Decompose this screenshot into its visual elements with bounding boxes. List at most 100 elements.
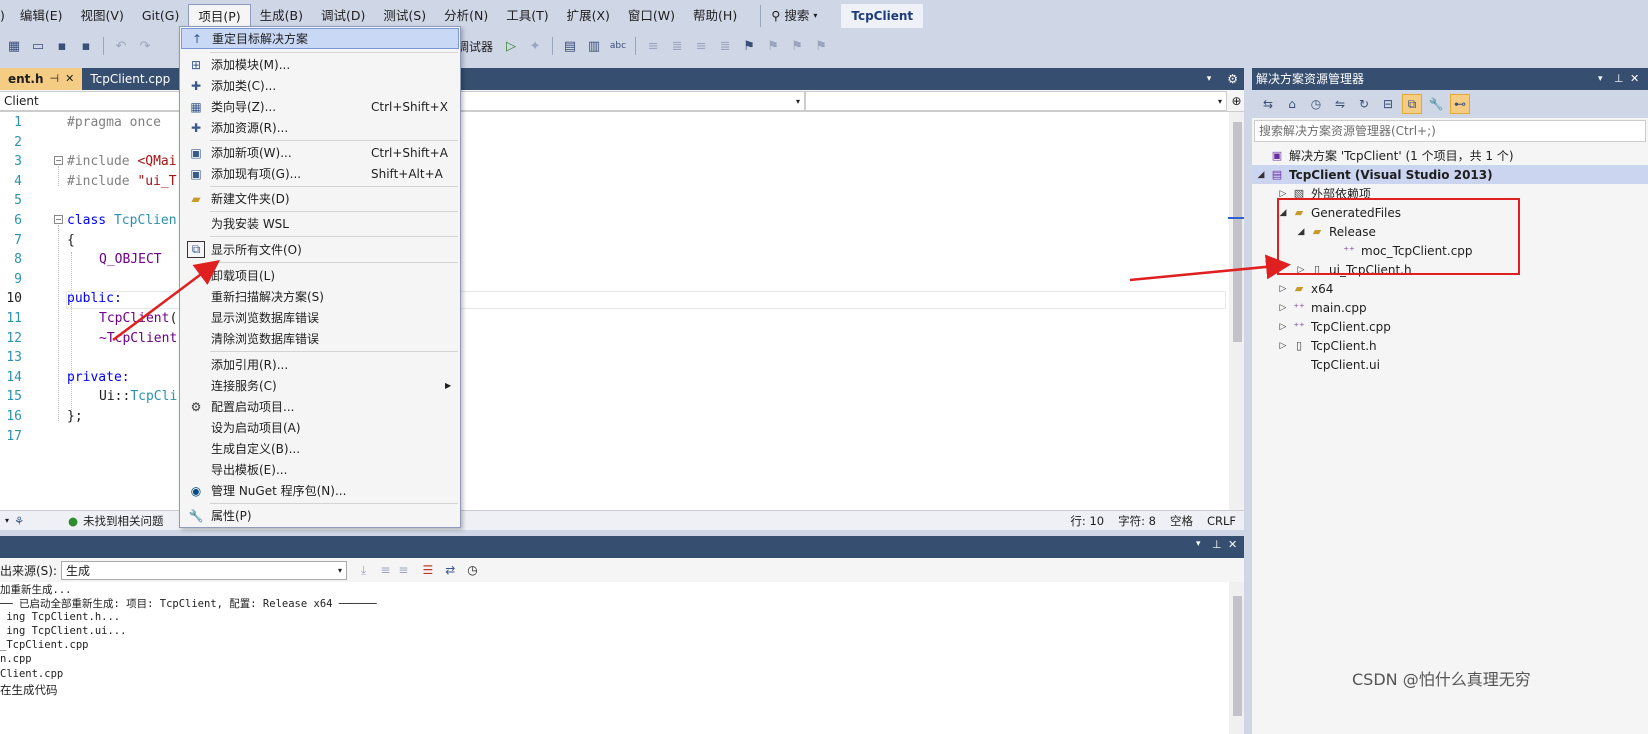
menu-item-add-module[interactable]: ⊞ 添加模块(M)... bbox=[181, 54, 459, 75]
word-wrap-icon[interactable]: ⇄ bbox=[445, 563, 455, 577]
line-ending[interactable]: CRLF bbox=[1207, 514, 1236, 528]
find-icon[interactable]: ▤ bbox=[560, 36, 580, 56]
menu-item-show-browse-db-errors[interactable]: 显示浏览数据库错误 bbox=[181, 307, 459, 328]
menu-git[interactable]: Git(G) bbox=[133, 4, 189, 28]
save-all-icon[interactable]: ▪ bbox=[76, 36, 96, 56]
menu-test[interactable]: 测试(S) bbox=[374, 4, 435, 28]
fold-toggle-icon[interactable]: − bbox=[54, 156, 63, 165]
pin-icon[interactable]: ⊣ bbox=[50, 68, 60, 90]
menu-item-show-all-files[interactable]: ⧉ 显示所有文件(O) bbox=[181, 239, 459, 260]
find-message-icon[interactable]: ⤓ bbox=[361, 563, 366, 578]
next-bookmark-icon[interactable]: ⚑ bbox=[787, 36, 807, 56]
collapse-all-icon[interactable]: ⊟ bbox=[1378, 94, 1398, 114]
menu-item-connected-services[interactable]: 连接服务(C) ▶ bbox=[181, 375, 459, 396]
layout-icon[interactable]: ▥ bbox=[584, 36, 604, 56]
member-combo[interactable]: ▾ bbox=[805, 91, 1227, 111]
menu-item-add-class[interactable]: ✚ 添加类(C)... bbox=[181, 75, 459, 96]
home-icon[interactable]: ⌂ bbox=[1282, 94, 1302, 114]
start-debug-icon[interactable]: ▷ bbox=[501, 36, 521, 56]
close-icon[interactable]: ✕ bbox=[1228, 538, 1237, 551]
pending-changes-icon[interactable]: ◷ bbox=[1306, 94, 1326, 114]
intellicode-icon[interactable]: ⚘ bbox=[14, 514, 54, 528]
menu-item-add-new-item[interactable]: ▣ 添加新项(W)... Ctrl+Shift+A bbox=[181, 142, 459, 163]
menu-item-set-startup[interactable]: 设为启动项目(A) bbox=[181, 417, 459, 438]
pin-icon[interactable]: ⊥ bbox=[1212, 538, 1222, 551]
menu-edit[interactable]: 编辑(E) bbox=[11, 4, 72, 28]
expand-arrow-icon[interactable]: ▷ bbox=[1276, 284, 1290, 294]
uncomment-icon[interactable]: ≣ bbox=[715, 36, 735, 56]
sync-icon[interactable]: ⇋ bbox=[1330, 94, 1350, 114]
menu-item-properties[interactable]: 🔧 属性(P) bbox=[181, 505, 459, 526]
menu-item-clear-browse-db-errors[interactable]: 清除浏览数据库错误 bbox=[181, 328, 459, 349]
tab-list-dropdown-icon[interactable]: ▾ bbox=[1199, 68, 1220, 90]
menu-tools[interactable]: 工具(T) bbox=[497, 4, 557, 28]
tree-item-main-cpp[interactable]: ▷ ⁺⁺ main.cpp bbox=[1252, 298, 1648, 317]
output-text[interactable]: 加重新生成... ── 已启动全部重新生成: 项目: TcpClient, 配置… bbox=[0, 582, 1246, 734]
expand-arrow-icon[interactable]: ▷ bbox=[1276, 303, 1290, 313]
tree-item-tcpclient-h[interactable]: ▷ ▯ TcpClient.h bbox=[1252, 336, 1648, 355]
cursor-line[interactable]: 行: 10 bbox=[1070, 513, 1104, 529]
menu-item-rescan-solution[interactable]: 重新扫描解决方案(S) bbox=[181, 286, 459, 307]
show-all-files-icon[interactable]: ⧉ bbox=[1402, 94, 1422, 114]
settings-icon[interactable]: ⚙ bbox=[1219, 68, 1246, 90]
pane-menu-icon[interactable]: ▾ bbox=[1196, 539, 1201, 549]
menu-build[interactable]: 生成(B) bbox=[251, 4, 312, 28]
menu-extensions[interactable]: 扩展(X) bbox=[558, 4, 619, 28]
tree-item-solution[interactable]: ▣ 解决方案 'TcpClient' (1 个项目，共 1 个) bbox=[1252, 146, 1648, 165]
menu-view[interactable]: 视图(V) bbox=[72, 4, 133, 28]
bookmark-icon[interactable]: ⚑ bbox=[739, 36, 759, 56]
menu-help[interactable]: 帮助(H) bbox=[684, 4, 746, 28]
fold-toggle-icon[interactable]: − bbox=[54, 215, 63, 224]
menu-item-configure-startup[interactable]: ⚙ 配置启动项目... bbox=[181, 396, 459, 417]
clear-all-icon[interactable]: ☰ bbox=[422, 563, 433, 577]
prev-bookmark-icon[interactable]: ⚑ bbox=[763, 36, 783, 56]
scrollbar-thumb[interactable] bbox=[1233, 596, 1242, 716]
menu-item-new-folder[interactable]: ▰ 新建文件夹(D) bbox=[181, 188, 459, 209]
pin-icon[interactable]: ⊥ bbox=[1614, 68, 1624, 90]
menu-analyze[interactable]: 分析(N) bbox=[435, 4, 497, 28]
menu-item-class-wizard[interactable]: ▦ 类向导(Z)... Ctrl+Shift+X bbox=[181, 96, 459, 117]
expand-arrow-icon[interactable]: ▷ bbox=[1276, 189, 1290, 199]
refresh-icon[interactable]: ↻ bbox=[1354, 94, 1374, 114]
output-source-combo[interactable]: 生成 ▾ bbox=[61, 560, 348, 580]
menu-item-build-customization[interactable]: 生成自定义(B)... bbox=[181, 438, 459, 459]
tree-item-project[interactable]: ◢ ▤ TcpClient (Visual Studio 2013) bbox=[1252, 165, 1648, 184]
comment-icon[interactable]: ≡ bbox=[691, 36, 711, 56]
properties-wrench-icon[interactable]: 🔧 bbox=[1426, 94, 1446, 114]
save-icon[interactable]: ▪ bbox=[52, 36, 72, 56]
menu-item-retarget-solution[interactable]: ↑ 重定目标解决方案 bbox=[181, 28, 459, 49]
menu-item-install-wsl[interactable]: 为我安装 WSL bbox=[181, 213, 459, 234]
pane-menu-icon[interactable]: ▾ bbox=[1598, 68, 1603, 90]
timestamp-icon[interactable]: ◷ bbox=[467, 563, 477, 577]
expand-arrow-icon[interactable]: ▷ bbox=[1276, 322, 1290, 332]
menu-item-add-resource[interactable]: ✚ 添加资源(R)... bbox=[181, 117, 459, 138]
tree-item-tcpclient-ui[interactable]: TcpClient.ui bbox=[1252, 355, 1648, 374]
menu-window[interactable]: 窗口(W) bbox=[619, 4, 684, 28]
zoom-dropdown-icon[interactable]: ▾ bbox=[0, 516, 14, 525]
prev-message-icon[interactable]: ≡ bbox=[380, 563, 390, 577]
clear-bookmark-icon[interactable]: ⚑ bbox=[811, 36, 831, 56]
spell-icon[interactable]: abc bbox=[608, 36, 628, 56]
align-icon[interactable]: ≡ bbox=[643, 36, 663, 56]
search-button[interactable]: ⚲ 搜索 ▾ bbox=[760, 5, 827, 27]
whitespace-mode[interactable]: 空格 bbox=[1170, 513, 1193, 529]
menu-item-add-existing-item[interactable]: ▣ 添加现有项(G)... Shift+Alt+A bbox=[181, 163, 459, 184]
collapse-arrow-icon[interactable]: ◢ bbox=[1254, 170, 1268, 180]
preview-selected-icon[interactable]: ⊷ bbox=[1450, 94, 1470, 114]
close-icon[interactable]: ✕ bbox=[1630, 68, 1639, 90]
menu-item-export-template[interactable]: 导出模板(E)... bbox=[181, 459, 459, 480]
expand-arrow-icon[interactable]: ▷ bbox=[1276, 341, 1290, 351]
undo-icon[interactable]: ↶ bbox=[111, 36, 131, 56]
cursor-char[interactable]: 字符: 8 bbox=[1118, 513, 1156, 529]
solution-search-input[interactable]: 搜索解决方案资源管理器(Ctrl+;) bbox=[1254, 120, 1646, 142]
solution-explorer-scrollbar[interactable] bbox=[1244, 68, 1252, 734]
menu-item-manage-nuget[interactable]: ◉ 管理 NuGet 程序包(N)... bbox=[181, 480, 459, 501]
switch-views-icon[interactable]: ⇆ bbox=[1258, 94, 1278, 114]
tree-item-tcpclient-cpp[interactable]: ▷ ⁺⁺ TcpClient.cpp bbox=[1252, 317, 1648, 336]
close-icon[interactable]: ✕ bbox=[65, 68, 74, 90]
menu-item-add-reference[interactable]: 添加引用(R)... bbox=[181, 354, 459, 375]
new-project-icon[interactable]: ▦ bbox=[4, 36, 24, 56]
indent-icon[interactable]: ≣ bbox=[667, 36, 687, 56]
scrollbar-thumb[interactable] bbox=[1233, 122, 1242, 342]
menu-debug[interactable]: 调试(D) bbox=[312, 4, 374, 28]
